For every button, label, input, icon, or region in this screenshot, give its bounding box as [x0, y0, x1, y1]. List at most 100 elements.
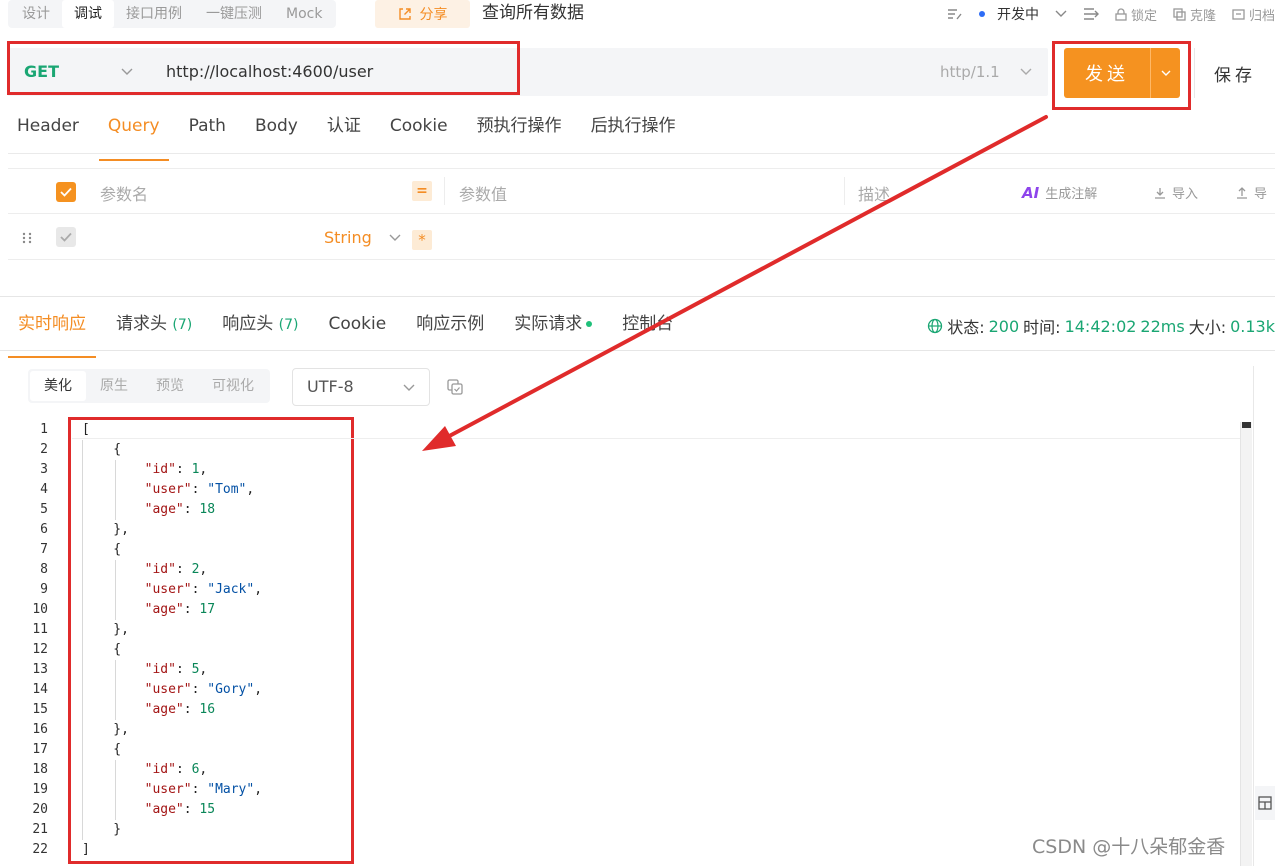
drag-handle-icon[interactable] — [22, 232, 32, 244]
required-toggle[interactable]: * — [412, 230, 432, 250]
bulk-edit-icon[interactable]: = — [412, 181, 432, 201]
param-desc-header: 描述 — [858, 185, 891, 204]
url-input[interactable]: http://localhost:4600/user — [166, 62, 373, 81]
tab-debug[interactable]: 调试 — [62, 0, 114, 28]
archive-icon — [1232, 8, 1245, 20]
status-dot-icon — [586, 321, 593, 327]
param-table-header: 参数名 = 参数值 描述 AI 生成注解 导入 导 — [8, 169, 1275, 214]
request-headers-count: (7) — [172, 317, 193, 333]
line-number: 9 — [40, 582, 48, 597]
method-select[interactable]: GET — [8, 48, 148, 96]
encoding-select[interactable]: UTF-8 — [292, 368, 430, 406]
clone-label: 克隆 — [1189, 8, 1216, 24]
line-number: 5 — [40, 502, 48, 517]
lock-button[interactable]: 锁定 — [1115, 5, 1157, 24]
chevron-down-icon[interactable] — [1055, 10, 1067, 18]
edit-list-icon[interactable] — [947, 7, 963, 21]
tab-body[interactable]: Body — [246, 106, 307, 153]
line-number: 11 — [32, 622, 48, 637]
export-label: 导 — [1254, 187, 1268, 202]
code-text: { — [82, 642, 122, 657]
clone-button[interactable]: 克隆 — [1173, 5, 1216, 24]
tab-response-cookie[interactable]: Cookie — [319, 302, 397, 352]
code-line: 3 "id": 1, — [0, 460, 1240, 480]
code-text: "user": "Tom", — [144, 482, 255, 497]
line-number: 2 — [40, 442, 48, 457]
code-text: "user": "Jack", — [144, 582, 263, 597]
code-text: "id": 6, — [144, 762, 208, 777]
chevron-down-icon — [121, 68, 133, 75]
param-type-select[interactable]: String — [324, 228, 372, 247]
send-button[interactable]: 发送 — [1064, 48, 1150, 98]
tab-realtime-response[interactable]: 实时响应 — [8, 302, 96, 358]
tab-api-cases[interactable]: 接口用例 — [114, 0, 194, 28]
status-label: 状态: — [947, 318, 985, 337]
save-button[interactable]: 保存 — [1194, 48, 1275, 98]
code-text: "user": "Gory", — [144, 682, 263, 697]
copy-icon[interactable] — [446, 378, 464, 396]
line-number: 21 — [32, 822, 48, 837]
tab-request-headers-label: 请求头 — [116, 314, 167, 334]
import-button[interactable]: 导入 — [1154, 183, 1198, 202]
line-number: 16 — [32, 722, 48, 737]
tab-design[interactable]: 设计 — [10, 0, 62, 28]
param-enabled-checkbox[interactable] — [56, 227, 76, 247]
protocol-select[interactable]: http/1.1 — [940, 63, 1000, 81]
tab-stress-test[interactable]: 一键压测 — [194, 0, 274, 28]
globe-icon — [928, 318, 943, 334]
scrollbar-thumb[interactable] — [1242, 422, 1251, 428]
lock-label: 锁定 — [1130, 8, 1157, 24]
archive-button[interactable]: 归档 — [1232, 5, 1275, 24]
tab-mock[interactable]: Mock — [274, 0, 334, 28]
tab-response-headers[interactable]: 响应头 (7) — [212, 302, 308, 352]
export-button[interactable]: 导 — [1236, 183, 1267, 202]
tab-actual-request[interactable]: 实际请求 — [504, 302, 602, 352]
ai-annotate-button[interactable]: AI 生成注解 — [1022, 183, 1098, 203]
tab-path[interactable]: Path — [180, 106, 235, 153]
code-line: 17 { — [0, 740, 1240, 760]
share-button[interactable]: 分享 — [375, 0, 470, 28]
select-all-checkbox[interactable] — [56, 182, 76, 202]
tab-cookie[interactable]: Cookie — [381, 106, 457, 153]
chevron-down-icon[interactable] — [389, 228, 401, 246]
tab-response-example[interactable]: 响应示例 — [406, 302, 494, 352]
tab-header[interactable]: Header — [8, 106, 88, 153]
code-line: 12 { — [0, 640, 1240, 660]
code-text: [ — [82, 422, 90, 437]
mode-tabs: 设计 调试 接口用例 一键压测 Mock — [8, 0, 337, 28]
tab-console[interactable]: 控制台 — [612, 302, 683, 352]
tab-post-script[interactable]: 后执行操作 — [582, 106, 685, 153]
code-text: }, — [82, 622, 129, 637]
code-text: "id": 5, — [144, 662, 208, 677]
share-icon — [398, 8, 411, 20]
send-options-button[interactable] — [1150, 48, 1180, 98]
status-code: 200 — [988, 316, 1020, 336]
response-body-viewer[interactable]: 1[2 {3 "id": 1, 4 "user": "Tom", 5 "age": … — [0, 420, 1250, 866]
tab-raw[interactable]: 原生 — [86, 371, 142, 401]
line-number: 14 — [32, 682, 48, 697]
tab-preview[interactable]: 预览 — [142, 371, 198, 401]
collapse-icon[interactable] — [1083, 7, 1099, 21]
tab-request-headers[interactable]: 请求头 (7) — [106, 302, 202, 352]
environment-select[interactable]: 开发中 — [978, 4, 1039, 24]
send-button-group: 发送 — [1064, 48, 1180, 98]
tab-pretty[interactable]: 美化 — [30, 371, 86, 401]
line-number: 15 — [32, 702, 48, 717]
chevron-down-icon[interactable] — [1020, 62, 1032, 80]
line-number: 13 — [32, 662, 48, 677]
tab-query[interactable]: Query — [98, 106, 169, 161]
line-number: 17 — [32, 742, 48, 757]
line-number: 10 — [32, 602, 48, 617]
side-panel-toggle[interactable] — [1255, 786, 1275, 820]
indent-guide — [82, 440, 83, 840]
line-number: 6 — [40, 522, 48, 537]
chevron-down-icon — [403, 384, 415, 391]
vertical-scrollbar[interactable] — [1240, 422, 1252, 866]
ai-annotate-label: 生成注解 — [1045, 187, 1098, 202]
tab-pre-script[interactable]: 预执行操作 — [468, 106, 571, 153]
tab-visualize[interactable]: 可视化 — [198, 371, 268, 401]
code-line: 8 "id": 2, — [0, 560, 1240, 580]
import-label: 导入 — [1172, 187, 1199, 202]
tab-auth[interactable]: 认证 — [318, 106, 370, 153]
line-number: 12 — [32, 642, 48, 657]
